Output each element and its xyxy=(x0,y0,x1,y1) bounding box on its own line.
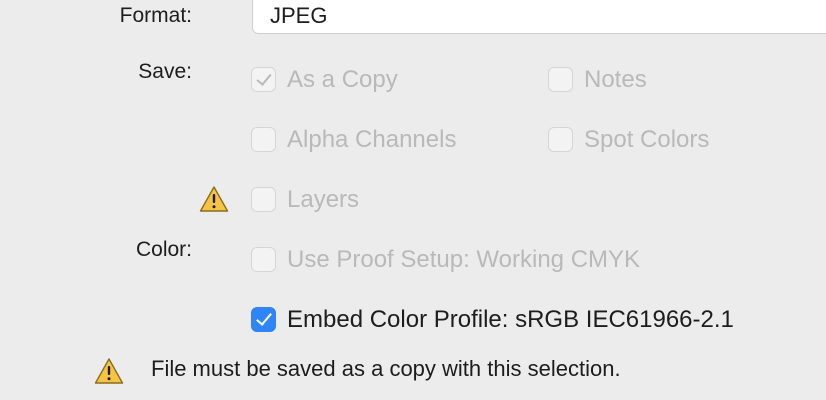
layers-checkbox[interactable] xyxy=(251,187,276,212)
warning-icon xyxy=(199,186,229,212)
embed-color-profile-checkbox[interactable] xyxy=(251,307,276,332)
color-label: Color: xyxy=(135,238,192,261)
save-label: Save: xyxy=(138,60,192,83)
format-value: JPEG xyxy=(270,3,328,28)
layers-label: Layers xyxy=(287,186,360,213)
save-copy-warning-message: File must be saved as a copy with this s… xyxy=(151,356,621,381)
spot-colors-checkbox[interactable] xyxy=(548,127,573,152)
use-proof-setup-label: Use Proof Setup: Working CMYK xyxy=(287,246,641,273)
embed-color-profile-label: Embed Color Profile: sRGB IEC61966-2.1 xyxy=(287,306,734,333)
spot-colors-label: Spot Colors xyxy=(584,126,710,153)
warning-icon xyxy=(94,358,124,384)
alpha-channels-label: Alpha Channels xyxy=(287,126,457,153)
notes-checkbox[interactable] xyxy=(548,67,573,92)
notes-label: Notes xyxy=(584,66,647,93)
format-select[interactable]: JPEG xyxy=(252,0,826,34)
as-a-copy-label: As a Copy xyxy=(287,66,398,93)
alpha-channels-checkbox[interactable] xyxy=(251,127,276,152)
use-proof-setup-checkbox[interactable] xyxy=(251,247,276,272)
as-a-copy-checkbox[interactable] xyxy=(251,67,276,92)
format-label: Format: xyxy=(119,4,192,27)
